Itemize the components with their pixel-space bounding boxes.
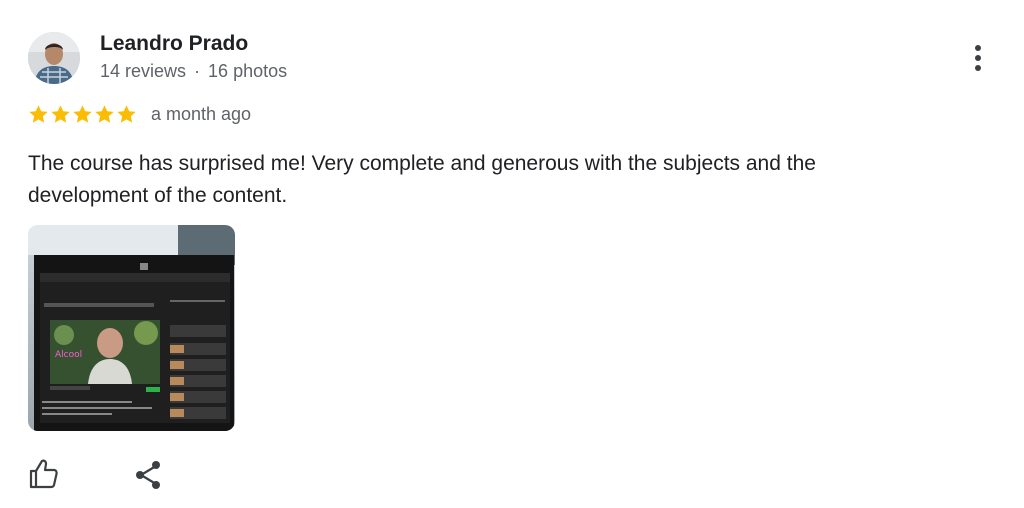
more-options-button[interactable] — [962, 40, 994, 76]
meta-separator: · — [194, 61, 201, 81]
review-photo[interactable]: Alcool — [28, 225, 235, 431]
review-count: 14 reviews — [100, 61, 187, 81]
more-vertical-icon — [975, 45, 981, 51]
avatar[interactable] — [28, 32, 80, 84]
photo-count: 16 photos — [208, 61, 288, 81]
thumbs-up-icon — [29, 459, 58, 489]
star-icon — [73, 105, 92, 123]
rating-row: a month ago — [28, 104, 251, 125]
more-dot — [975, 65, 981, 71]
star-icon — [29, 105, 48, 123]
like-button[interactable] — [26, 456, 62, 492]
share-icon — [136, 461, 160, 489]
share-button[interactable] — [131, 456, 167, 492]
more-dot — [975, 55, 981, 61]
reviewer-name[interactable]: Leandro Prado — [100, 32, 248, 56]
star-rating — [28, 104, 137, 125]
review-photo-image: Alcool — [28, 225, 235, 431]
star-icon — [117, 105, 136, 123]
review-time: a month ago — [151, 104, 252, 124]
review-text: The course has surprised me! Very comple… — [28, 152, 816, 207]
svg-text:Alcool: Alcool — [55, 350, 82, 360]
star-icon — [95, 105, 114, 123]
star-icon — [51, 105, 70, 123]
reviewer-meta: 14 reviews · 16 photos — [100, 61, 287, 82]
avatar-image — [28, 32, 80, 84]
